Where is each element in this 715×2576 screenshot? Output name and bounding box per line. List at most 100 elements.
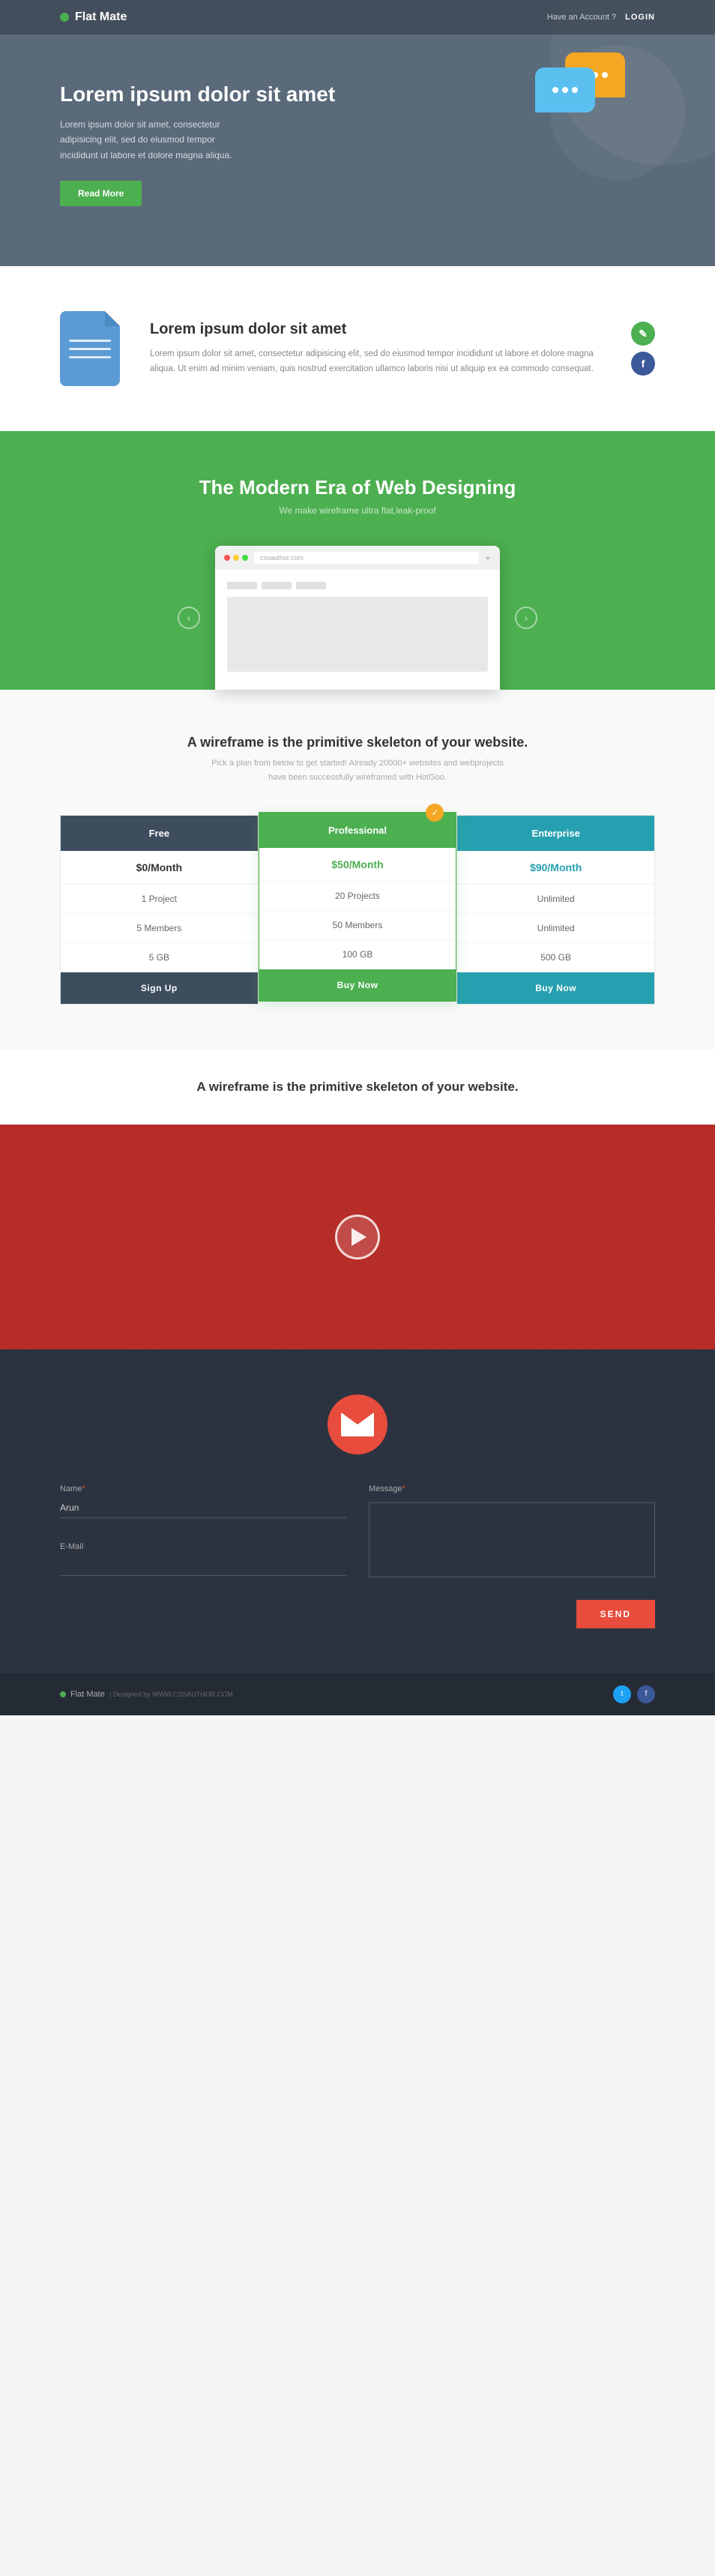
dot-yellow	[233, 555, 239, 561]
wireframe-title: The Modern Era of Web Designing	[60, 476, 655, 499]
hero-description: Lorem ipsum dolor sit amet, consectetur …	[60, 117, 240, 163]
pricing-section: A wireframe is the primitive skeleton of…	[0, 690, 715, 1049]
footer-copyright: | Designed by WWW.CSSAUTHOR.COM	[109, 1691, 233, 1698]
footer-social: t f	[613, 1685, 655, 1703]
mock-nav-3	[296, 582, 326, 589]
skeleton-title: A wireframe is the primitive skeleton of…	[60, 1080, 655, 1095]
feature-title: Lorem ipsum dolor sit amet	[150, 321, 601, 338]
browser-bar: cssauthor.com +	[215, 546, 500, 570]
pricing-card-pro: ✓ Professional $50/Month 20 Projects 50 …	[259, 812, 457, 1002]
facebook-button[interactable]: f	[631, 352, 655, 376]
browser-url: cssauthor.com	[254, 552, 479, 564]
play-button[interactable]	[335, 1215, 380, 1260]
message-label: Message*	[369, 1484, 655, 1493]
footer-brand: Flat Mate | Designed by WWW.CSSAUTHOR.CO…	[60, 1690, 233, 1699]
name-label: Name*	[60, 1484, 346, 1493]
browser-dots	[224, 555, 248, 561]
plan-feature-pro-1: 20 Projects	[259, 882, 456, 911]
featured-badge: ✓	[426, 804, 444, 822]
dot-red	[224, 555, 230, 561]
browser-add-tab: +	[485, 552, 491, 564]
mock-navbar	[227, 582, 488, 589]
email-label: E-Mail	[60, 1542, 346, 1551]
prev-arrow[interactable]: ‹	[178, 607, 200, 629]
mail-envelope-icon	[341, 1412, 374, 1436]
name-input[interactable]	[60, 1498, 346, 1518]
feature-description: Lorem ipsum dolor sit amet, consectetur …	[150, 347, 601, 376]
dot-green	[242, 555, 248, 561]
wireframe-subtitle: We make wireframe ultra flat,leak-proof	[60, 505, 655, 516]
edit-button[interactable]: ✎	[631, 322, 655, 346]
pricing-title: A wireframe is the primitive skeleton of…	[60, 735, 655, 750]
feature-actions: ✎ f	[631, 322, 655, 376]
mock-nav-1	[227, 582, 257, 589]
send-button[interactable]: SEND	[576, 1600, 655, 1628]
browser-mockup: cssauthor.com +	[215, 546, 500, 690]
read-more-button[interactable]: Read More	[60, 181, 142, 206]
pricing-card-free: Free $0/Month 1 Project 5 Members 5 GB S…	[60, 815, 259, 1005]
plan-price-enterprise: $90/Month	[457, 851, 654, 885]
plan-feature-pro-2: 50 Members	[259, 911, 456, 940]
plan-name-pro: Professional	[259, 813, 456, 848]
document-icon	[60, 311, 120, 386]
plan-feature-free-3: 5 GB	[61, 943, 258, 972]
plan-feature-pro-3: 100 GB	[259, 940, 456, 969]
login-button[interactable]: LOGIN	[625, 13, 655, 22]
plan-feature-free-2: 5 Members	[61, 914, 258, 943]
plan-feature-ent-1: Unlimited	[457, 885, 654, 914]
plan-price-free: $0/Month	[61, 851, 258, 885]
mail-icon-wrap	[60, 1394, 655, 1454]
message-input[interactable]	[369, 1502, 655, 1577]
plan-name-enterprise: Enterprise	[457, 816, 654, 851]
skeleton-section: A wireframe is the primitive skeleton of…	[0, 1050, 715, 1125]
pricing-subtitle: Pick a plan from below to get started! A…	[60, 756, 655, 784]
pricing-cards: Free $0/Month 1 Project 5 Members 5 GB S…	[60, 815, 655, 1005]
doc-line-3	[69, 356, 111, 358]
contact-form: Name* Message* E-Mail SEND	[60, 1484, 655, 1628]
social-facebook-icon[interactable]: f	[637, 1685, 655, 1703]
plan-feature-free-1: 1 Project	[61, 885, 258, 914]
doc-line-2	[69, 348, 111, 350]
footer: Flat Mate | Designed by WWW.CSSAUTHOR.CO…	[0, 1673, 715, 1715]
play-triangle-icon	[352, 1228, 366, 1246]
account-text: Have an Account ?	[547, 13, 616, 22]
social-twitter-icon[interactable]: t	[613, 1685, 631, 1703]
next-arrow[interactable]: ›	[515, 607, 537, 629]
buynow-button-pro[interactable]: Buy Now	[259, 969, 456, 1001]
browser-content	[215, 570, 500, 690]
nav-right: Have an Account ? LOGIN	[547, 13, 655, 22]
navbar: Flat Mate Have an Account ? LOGIN	[0, 0, 715, 34]
buynow-button-enterprise[interactable]: Buy Now	[457, 972, 654, 1004]
email-input[interactable]	[60, 1556, 346, 1576]
plan-price-pro: $50/Month	[259, 848, 456, 882]
pricing-card-enterprise: Enterprise $90/Month Unlimited Unlimited…	[456, 815, 655, 1005]
plan-name-free: Free	[61, 816, 258, 851]
doc-line-1	[69, 340, 111, 342]
chat-bubbles	[535, 52, 625, 127]
hero-section: Flat Mate Have an Account ? LOGIN Lorem …	[0, 0, 715, 266]
footer-brand-dot	[60, 1691, 66, 1697]
wireframe-section: The Modern Era of Web Designing We make …	[0, 431, 715, 690]
brand-dot	[60, 13, 69, 22]
footer-brand-name: Flat Mate	[70, 1690, 105, 1699]
mock-nav-2	[262, 582, 292, 589]
mail-circle	[328, 1394, 387, 1454]
chat-bubble-blue	[535, 67, 595, 112]
plan-feature-ent-2: Unlimited	[457, 914, 654, 943]
brand-logo: Flat Mate	[60, 10, 127, 24]
email-field-group: E-Mail	[60, 1542, 346, 1577]
contact-section: Name* Message* E-Mail SEND	[0, 1349, 715, 1673]
feature-text: Lorem ipsum dolor sit amet Lorem ipsum d…	[150, 321, 601, 376]
send-button-wrap: SEND	[369, 1600, 655, 1628]
brand-name: Flat Mate	[75, 10, 127, 24]
message-field-group: Message*	[369, 1484, 655, 1577]
feature-icon-wrap	[60, 311, 120, 386]
hero-illustration	[535, 52, 625, 127]
mock-banner	[227, 597, 488, 672]
signup-button[interactable]: Sign Up	[61, 972, 258, 1004]
bubble-dots-blue	[552, 87, 578, 93]
feature-section: Lorem ipsum dolor sit amet Lorem ipsum d…	[0, 266, 715, 431]
video-section	[0, 1125, 715, 1349]
name-field-group: Name*	[60, 1484, 346, 1520]
plan-feature-ent-3: 500 GB	[457, 943, 654, 972]
